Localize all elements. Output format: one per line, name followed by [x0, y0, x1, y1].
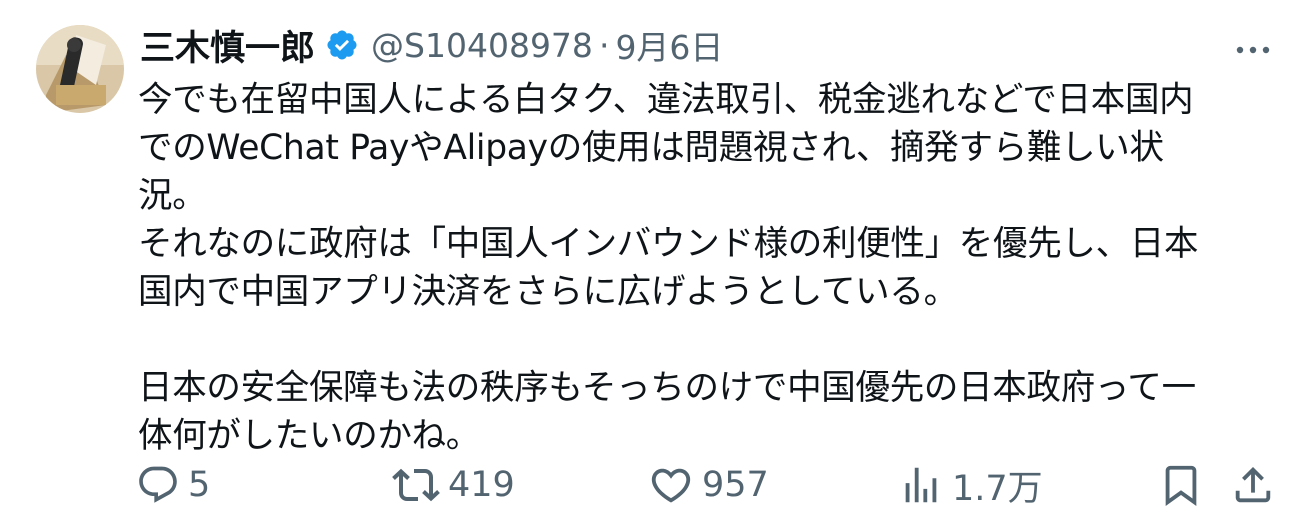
views-button[interactable]: 1.7万 [898, 458, 1043, 512]
tweet-line: 国内で中国アプリ決済をさらに広げようとしている。 [138, 272, 958, 312]
verified-badge-icon [327, 30, 357, 60]
author-name[interactable]: 三木慎一郎 [140, 20, 315, 71]
share-button[interactable] [1230, 458, 1276, 512]
avatar[interactable] [36, 25, 124, 113]
tweet-line: 今でも在留中国人による白タク、違法取引、税金逃れなどで日本国内 [138, 80, 1194, 120]
tweet-line: 況。 [138, 176, 207, 216]
reply-button[interactable]: 5 [136, 458, 210, 512]
tweet-line: 日本の安全保障も法の秩序もそっちのけで中国優先の日本政府って一 [138, 368, 1196, 408]
more-options-button[interactable] [1228, 30, 1278, 70]
repost-button[interactable]: 419 [392, 458, 515, 512]
tweet-line: でのWeChat PayやAlipayの使用は問題視され、摘発すら難しい状 [138, 128, 1164, 168]
reply-count: 5 [188, 465, 211, 505]
tweet-line [138, 316, 1288, 364]
avatar-image [36, 25, 124, 113]
tweet-text: 今でも在留中国人による白タク、違法取引、税金逃れなどで日本国内 でのWeChat… [138, 76, 1288, 460]
separator-dot: · [598, 25, 610, 65]
tweet-header: 三木慎一郎 @S10408978 · 9月6日 [140, 20, 723, 71]
tweet-line: 体何がしたいのかね。 [138, 416, 480, 456]
reply-icon [139, 466, 177, 503]
views-icon [905, 467, 937, 503]
share-icon [1235, 466, 1271, 503]
bookmark-icon [1165, 465, 1197, 506]
heart-icon [651, 468, 691, 503]
tweet-line: それなのに政府は「中国人インバウンド様の利便性」を優先し、日本 [138, 224, 1199, 264]
repost-count: 419 [448, 465, 515, 505]
more-dots-icon [1236, 46, 1270, 54]
repost-icon [392, 468, 440, 502]
bookmark-button[interactable] [1158, 458, 1204, 512]
like-count: 957 [702, 465, 769, 505]
like-button[interactable]: 957 [648, 458, 769, 512]
author-handle[interactable]: @S10408978 [371, 26, 593, 65]
tweet-date[interactable]: 9月6日 [615, 21, 723, 69]
views-count: 1.7万 [952, 468, 1043, 509]
